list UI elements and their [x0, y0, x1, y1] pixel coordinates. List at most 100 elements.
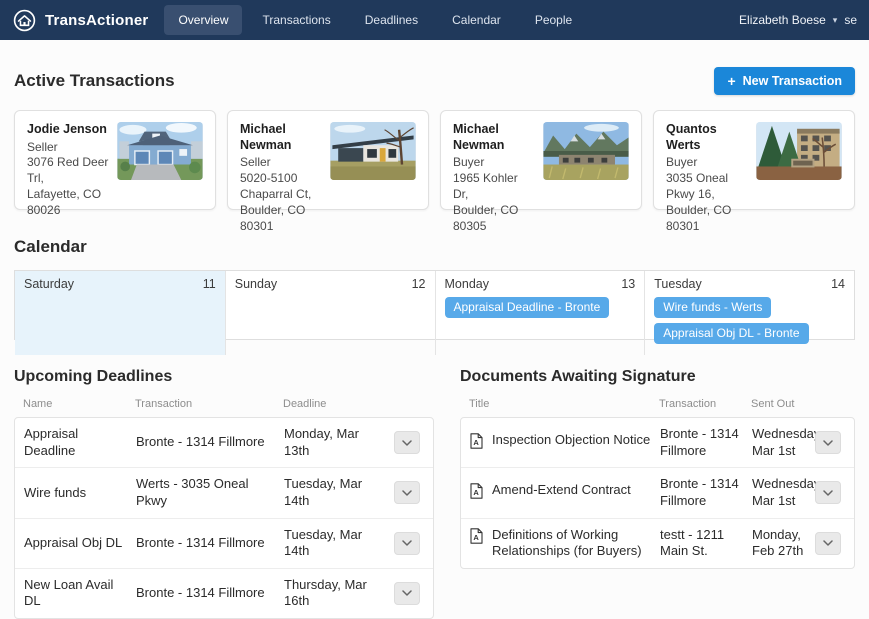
property-address: 3035 Oneal Pkwy 16, Boulder, CO 80301	[666, 171, 748, 234]
deadline-row: Appraisal Obj DL Bronte - 1314 Fillmore …	[15, 517, 433, 568]
deadline-name: Appraisal Obj DL	[24, 534, 123, 550]
brand[interactable]: TransActioner	[12, 8, 148, 33]
deadlines-table-header: Name Transaction Deadline	[14, 398, 434, 410]
day-name: Saturday	[24, 277, 75, 291]
address-line: 5020-5100	[240, 171, 298, 186]
document-sent-out: Wednesday, Mar 1st	[752, 426, 824, 458]
address-line: 3035 Oneal Pkwy 16,	[666, 171, 729, 201]
property-address: 3076 Red Deer Trl, Lafayette, CO 80026	[27, 155, 109, 218]
client-name: Michael Newman	[453, 122, 505, 152]
day-number: 13	[621, 277, 636, 291]
column-header: Sent Out	[751, 398, 795, 410]
house-logo-icon	[12, 8, 37, 33]
client-name: Quantos Werts	[666, 122, 717, 152]
new-transaction-button[interactable]: + New Transaction	[714, 67, 855, 95]
day-name: Tuesday	[654, 277, 702, 291]
transaction-card[interactable]: Michael Newman Buyer 1965 Kohler Dr, Boul…	[440, 110, 642, 233]
nav-item-people[interactable]: People	[521, 5, 586, 35]
day-name: Monday	[444, 277, 489, 291]
calendar-day-cell[interactable]: Tuesday 14 Wire funds - Werts Appraisal O…	[644, 271, 854, 355]
svg-text:A: A	[473, 533, 479, 542]
deadline-transaction: Bronte - 1314 Fillmore	[136, 434, 265, 450]
document-transaction: Bronte - 1314 Fillmore	[660, 426, 739, 458]
svg-text:A: A	[473, 438, 479, 447]
row-actions-dropdown-button[interactable]	[394, 531, 420, 555]
chevron-down-icon	[823, 439, 833, 446]
row-actions-dropdown-button[interactable]	[815, 531, 841, 555]
deadline-date: Tuesday, Mar 14th	[284, 476, 363, 508]
top-navbar: TransActioner Overview Transactions Deadli…	[0, 0, 869, 40]
documents-awaiting-title: Documents Awaiting Signature	[460, 368, 696, 385]
property-photo	[117, 122, 203, 180]
calendar-day-cell[interactable]: Saturday 11	[15, 271, 225, 355]
nav-item-calendar[interactable]: Calendar	[438, 5, 515, 35]
column-header: Title	[469, 398, 490, 410]
truncated-right-text: se	[844, 13, 857, 27]
row-actions-dropdown-button[interactable]	[815, 481, 841, 505]
day-number: 12	[411, 277, 426, 291]
address-line: Boulder, CO 80301	[240, 202, 306, 233]
deadline-row: Appraisal Deadline Bronte - 1314 Fillmor…	[15, 418, 433, 467]
calendar-title: Calendar	[14, 237, 87, 256]
deadline-date: Tuesday, Mar 14th	[284, 526, 363, 559]
property-photo	[756, 122, 842, 180]
chevron-down-icon	[402, 490, 412, 496]
document-row: A Amend-Extend Contract Bronte - 1314 Fi…	[461, 467, 854, 517]
transaction-card[interactable]: Michael Newman Seller 5020-5100 Chaparral…	[227, 110, 429, 233]
svg-text:A: A	[473, 488, 479, 497]
client-role: Seller	[240, 155, 271, 170]
document-sent-out: Monday, Feb 27th	[752, 526, 804, 559]
deadline-row: Wire funds Werts - 3035 Oneal Pkwy Tuesd…	[15, 467, 433, 517]
document-transaction: Bronte - 1314 Fillmore	[660, 476, 739, 508]
address-line: 1965 Kohler Dr,	[453, 171, 518, 201]
column-header: Deadline	[283, 398, 327, 410]
row-actions-dropdown-button[interactable]	[394, 431, 420, 455]
nav-item-transactions[interactable]: Transactions	[248, 5, 344, 35]
day-events: Wire funds - Werts Appraisal Obj DL - Bro…	[654, 297, 845, 344]
row-actions-dropdown-button[interactable]	[394, 581, 420, 605]
calendar-event[interactable]: Appraisal Obj DL - Bronte	[654, 323, 809, 344]
document-title: Amend-Extend Contract	[492, 482, 631, 498]
day-name: Sunday	[234, 277, 278, 291]
document-transaction: testt - 1211 Main St.	[660, 526, 725, 559]
nav-item-overview[interactable]: Overview	[164, 5, 243, 35]
chevron-down-icon	[402, 439, 412, 446]
deadline-transaction: Werts - 3035 Oneal Pkwy	[136, 476, 249, 508]
active-transactions-title: Active Transactions	[14, 71, 175, 90]
client-role: Buyer	[453, 155, 485, 170]
document-title: Inspection Objection Notice	[492, 431, 651, 447]
deadline-row: New Loan Avail DL Bronte - 1314 Fillmore…	[15, 567, 433, 618]
nav-item-deadlines[interactable]: Deadlines	[351, 5, 432, 35]
client-role: Seller	[27, 139, 58, 154]
deadline-transaction: Bronte - 1314 Fillmore	[136, 534, 265, 550]
address-line: Chaparral Ct,	[240, 186, 312, 201]
chevron-down-icon	[823, 540, 833, 546]
transaction-card[interactable]: Quantos Werts Buyer 3035 Oneal Pkwy 16, B…	[653, 110, 855, 233]
row-actions-dropdown-button[interactable]	[815, 431, 841, 455]
document-sent-out: Wednesday, Mar 1st	[752, 476, 824, 508]
documents-table: A Inspection Objection Notice Bronte - 1…	[460, 417, 855, 569]
pdf-file-icon: A	[470, 527, 483, 549]
upcoming-deadlines-title: Upcoming Deadlines	[14, 368, 173, 385]
calendar-event[interactable]: Appraisal Deadline - Bronte	[444, 297, 610, 318]
calendar-day-cell[interactable]: Monday 13 Appraisal Deadline - Bronte	[434, 271, 645, 355]
document-row: A Definitions of Working Relationships (…	[461, 517, 854, 568]
calendar-event[interactable]: Wire funds - Werts	[654, 297, 772, 318]
calendar-week-strip: Saturday 11 Sunday 12 Monday 13 Appraisa…	[14, 270, 855, 355]
address-line: 3076 Red Deer Trl,	[27, 155, 109, 186]
transaction-card[interactable]: Jodie Jenson Seller 3076 Red Deer Trl, La…	[14, 110, 216, 217]
brand-name: TransActioner	[45, 11, 149, 29]
caret-down-icon[interactable]: ▾	[833, 15, 838, 26]
user-menu[interactable]: Elizabeth Boese	[739, 13, 826, 27]
transaction-cards: Jodie Jenson Seller 3076 Red Deer Trl, La…	[14, 110, 855, 233]
calendar-day-cell[interactable]: Sunday 12	[224, 271, 435, 355]
column-header: Name	[23, 398, 53, 410]
day-events: Appraisal Deadline - Bronte	[444, 297, 636, 318]
deadline-name: Appraisal Deadline	[24, 426, 79, 458]
document-row: A Inspection Objection Notice Bronte - 1…	[461, 418, 854, 467]
plus-icon: +	[727, 73, 736, 89]
chevron-down-icon	[402, 540, 412, 546]
column-header: Transaction	[659, 398, 717, 410]
address-line: Lafayette, CO 80026	[27, 187, 102, 217]
row-actions-dropdown-button[interactable]	[394, 481, 420, 505]
